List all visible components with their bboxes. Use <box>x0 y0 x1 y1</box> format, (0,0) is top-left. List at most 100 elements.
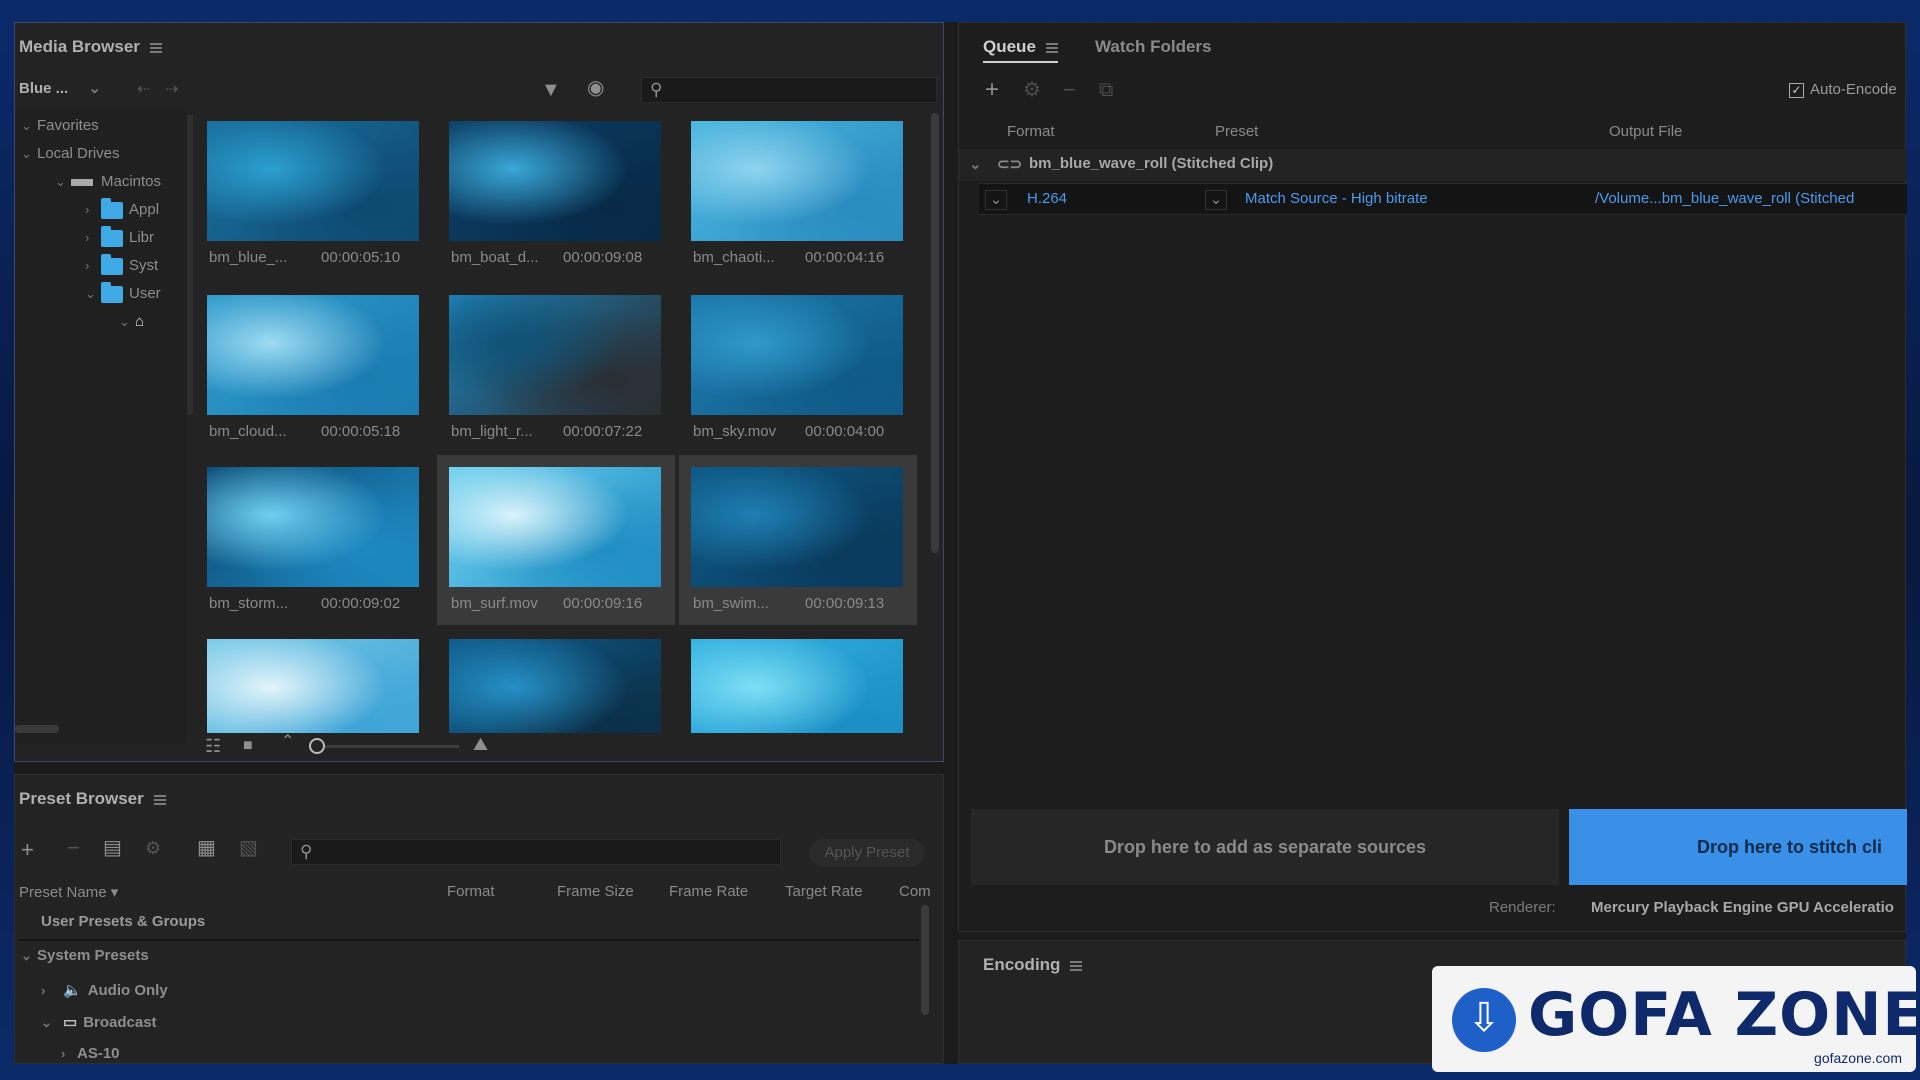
add-preset-icon[interactable]: + <box>21 839 34 861</box>
chevron-right-icon: › <box>85 202 90 217</box>
thumbnail-duration: 00:00:09:16 <box>563 595 643 612</box>
auto-encode-toggle[interactable]: ✓ Auto-Encode <box>1789 81 1897 98</box>
user-presets-row[interactable]: User Presets & Groups <box>41 913 205 930</box>
tab-queue[interactable]: Queue <box>983 37 1058 63</box>
thumbnail-duration: 00:00:07:22 <box>563 423 643 440</box>
col-format[interactable]: Format <box>447 883 495 900</box>
thumbnail-name: bm_storm... <box>209 595 289 612</box>
media-thumbnail[interactable]: bm_surf.mov 00:00:09:16 <box>437 455 675 625</box>
media-thumbnail[interactable]: bm_light_r... 00:00:07:22 <box>437 283 675 453</box>
import-preset-icon[interactable]: ▦ <box>197 837 216 859</box>
col-preset-name[interactable]: Preset Name ▾ <box>19 883 118 901</box>
thumbnail-name: bm_boat_d... <box>451 249 539 266</box>
audio-only-row[interactable]: › 🔈 Audio Only <box>41 981 168 999</box>
col-comment[interactable]: Com <box>899 883 931 900</box>
settings-icon[interactable]: ⚙ <box>1023 79 1041 101</box>
media-thumbnail[interactable]: bm_boat_d... 00:00:09:08 <box>437 115 675 279</box>
preset-search-input[interactable]: ⚲ <box>291 839 781 865</box>
media-thumbnail[interactable]: bm_chaoti... 00:00:04:16 <box>679 115 917 279</box>
media-thumbnail[interactable]: bm_storm... 00:00:09:02 <box>201 455 433 625</box>
col-target-rate[interactable]: Target Rate <box>785 883 863 900</box>
folder-icon <box>101 197 123 219</box>
preset-dropdown-chevron-icon[interactable]: ⌄ <box>1205 190 1227 210</box>
tree-splitter[interactable] <box>187 115 193 415</box>
watermark-url: gofazone.com <box>1814 1050 1902 1066</box>
tab-queue-label: Queue <box>983 37 1036 56</box>
tree-folder-3[interactable]: › Syst <box>85 253 158 275</box>
export-preset-icon[interactable]: ▧ <box>239 837 258 859</box>
broadcast-row[interactable]: ⌄ ▭ Broadcast <box>41 1013 157 1031</box>
new-group-icon[interactable]: ▤ <box>103 837 122 859</box>
forward-arrow-icon[interactable]: ⇢ <box>165 79 178 101</box>
tree-macintosh[interactable]: ⌄ Macintos <box>55 173 161 190</box>
tree-folder-label: Libr <box>129 229 155 246</box>
media-thumbnail[interactable]: bm_cloud... 00:00:05:18 <box>201 283 433 453</box>
duplicate-icon[interactable]: ⧉ <box>1099 79 1113 101</box>
media-search-input[interactable]: ⚲ <box>641 77 937 103</box>
back-arrow-icon[interactable]: ⇠ <box>137 79 150 101</box>
tree-scrollbar[interactable] <box>15 725 59 733</box>
speaker-icon: 🔈 <box>63 982 82 999</box>
media-browser-panel: Media Browser Blue ... ⌄ ⇠ ⇢ ▼ ◉ ⚲ ⌄ Favo… <box>14 22 944 762</box>
preset-link[interactable]: Match Source - High bitrate <box>1245 190 1428 207</box>
filter-icon[interactable]: ▼ <box>541 79 561 101</box>
output-file-link[interactable]: /Volume...bm_blue_wave_roll (Stitched <box>1595 190 1854 207</box>
preset-scrollbar[interactable] <box>921 905 929 1015</box>
queue-item-row[interactable]: ⌄ ⊂⊃ bm_blue_wave_roll (Stitched Clip) <box>959 149 1907 181</box>
thumbnail-duration: 00:00:09:02 <box>321 595 401 612</box>
location-text: Blue ... <box>19 80 69 97</box>
apply-preset-button[interactable]: Apply Preset <box>809 839 925 867</box>
chevron-down-icon: ⌄ <box>21 948 32 963</box>
zoom-slider[interactable] <box>309 738 459 754</box>
thumbnail-image <box>207 639 419 733</box>
tree-home[interactable]: ⌄ ⌂ <box>119 313 144 330</box>
col-frame-size[interactable]: Frame Size <box>557 883 634 900</box>
thumbnail-name: bm_blue_... <box>209 249 288 266</box>
media-thumbnail[interactable] <box>201 627 433 733</box>
media-thumbnail[interactable]: bm_sky.mov 00:00:04:00 <box>679 283 917 453</box>
media-thumbnail[interactable]: bm_swim... 00:00:09:13 <box>679 455 917 625</box>
zoom-in-icon[interactable]: ⛰ <box>473 733 488 755</box>
download-icon: ⇩ <box>1452 988 1516 1052</box>
tab-watch-folders[interactable]: Watch Folders <box>1095 37 1212 57</box>
zoom-slider-handle[interactable] <box>309 738 325 754</box>
add-source-icon[interactable]: + <box>985 78 999 102</box>
location-dropdown[interactable]: Blue ... ⌄ <box>19 79 129 97</box>
renderer-dropdown[interactable]: Mercury Playback Engine GPU Acceleratio <box>1591 899 1907 916</box>
as10-row[interactable]: › AS-10 <box>61 1045 120 1062</box>
search-icon: ⚲ <box>650 80 663 99</box>
queue-output-row[interactable]: ⌄ H.264 ⌄ Match Source - High bitrate /V… <box>979 183 1907 215</box>
tree-favorites[interactable]: ⌄ Favorites <box>21 117 99 134</box>
grid-scrollbar[interactable] <box>931 113 939 553</box>
drop-separate-zone[interactable]: Drop here to add as separate sources <box>971 809 1559 885</box>
icon-view-icon[interactable]: ■ <box>243 735 253 757</box>
format-dropdown[interactable]: H.264 <box>1027 190 1067 207</box>
col-frame-rate[interactable]: Frame Rate <box>669 883 748 900</box>
remove-preset-icon[interactable]: − <box>67 837 80 859</box>
encoding-title: Encoding <box>983 955 1083 975</box>
watermark-brand: GOFA ZONE <box>1528 980 1920 1050</box>
thumbnail-grid: bm_blue_... 00:00:05:10 bm_boat_d... 00:00:… <box>201 115 931 733</box>
media-browser-title-text: Media Browser <box>19 37 140 56</box>
panel-menu-icon[interactable] <box>1045 42 1058 53</box>
panel-menu-icon[interactable] <box>153 794 166 805</box>
media-thumbnail[interactable] <box>437 627 675 733</box>
media-thumbnail[interactable]: bm_blue_... 00:00:05:10 <box>201 115 433 279</box>
media-thumbnail[interactable] <box>679 627 917 733</box>
system-presets-row[interactable]: ⌄ System Presets <box>21 947 149 964</box>
zoom-out-icon[interactable]: ⌃ <box>281 731 294 753</box>
format-dropdown-chevron-icon[interactable]: ⌄ <box>985 190 1007 210</box>
tree-folder-1[interactable]: › Appl <box>85 197 159 219</box>
list-view-icon[interactable]: ☷ <box>205 735 221 757</box>
queue-col-preset: Preset <box>1215 123 1259 140</box>
view-eye-icon[interactable]: ◉ <box>587 77 604 99</box>
tree-local-drives[interactable]: ⌄ Local Drives <box>21 145 120 162</box>
settings-icon[interactable]: ⚙ <box>145 837 161 859</box>
panel-menu-icon[interactable] <box>149 42 162 53</box>
thumbnail-image <box>691 639 903 733</box>
tree-folder-2[interactable]: › Libr <box>85 225 155 247</box>
tree-folder-4[interactable]: ⌄ User <box>85 281 161 303</box>
remove-icon[interactable]: − <box>1063 79 1076 101</box>
drop-stitch-zone[interactable]: Drop here to stitch cli <box>1569 809 1907 885</box>
panel-menu-icon[interactable] <box>1070 960 1083 971</box>
